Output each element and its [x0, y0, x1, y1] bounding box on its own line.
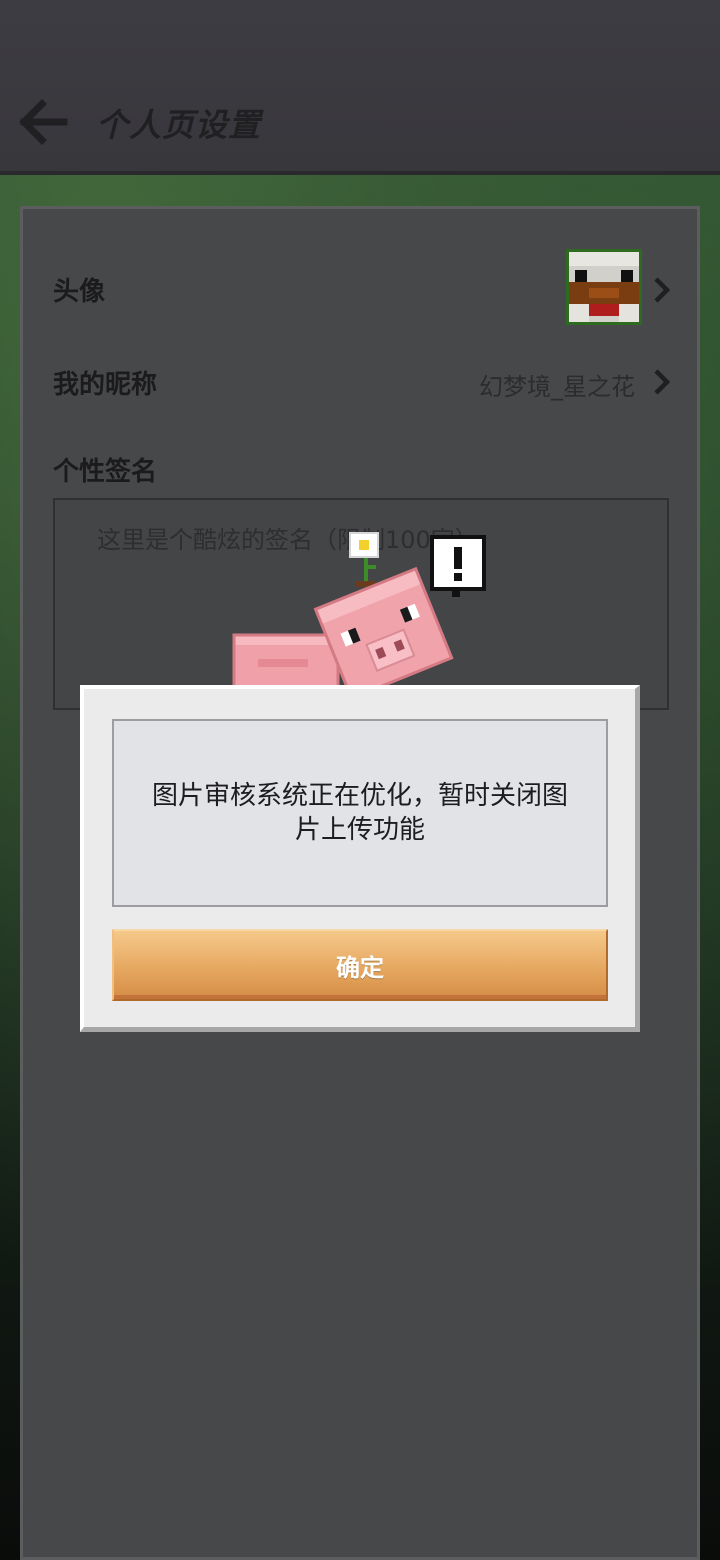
pig-mascot-illustration	[232, 532, 486, 690]
confirm-button[interactable]: 确定	[112, 929, 608, 1001]
nickname-value[interactable]: 幻梦境_星之花	[479, 367, 635, 402]
avatar-label: 头像	[53, 277, 106, 307]
confirm-button-label: 确定	[336, 953, 384, 982]
arrow-left-icon	[19, 99, 68, 145]
nickname-label: 我的昵称	[53, 370, 158, 400]
avatar-image	[569, 252, 639, 322]
dialog-message: 图片审核系统正在优化，暂时关闭图片上传功能	[151, 781, 568, 845]
top-bar: 个人页设置	[0, 0, 720, 175]
signature-label: 个性签名	[53, 457, 158, 487]
chevron-right-icon	[654, 277, 671, 303]
notice-dialog: 图片审核系统正在优化，暂时关闭图片上传功能 确定	[80, 685, 640, 1032]
dialog-message-box: 图片审核系统正在优化，暂时关闭图片上传功能	[112, 719, 608, 907]
chevron-right-icon	[654, 369, 671, 395]
back-button[interactable]	[18, 98, 68, 146]
avatar[interactable]	[566, 249, 642, 325]
exclamation-icon	[430, 535, 486, 597]
page-title: 个人页设置	[96, 106, 262, 144]
